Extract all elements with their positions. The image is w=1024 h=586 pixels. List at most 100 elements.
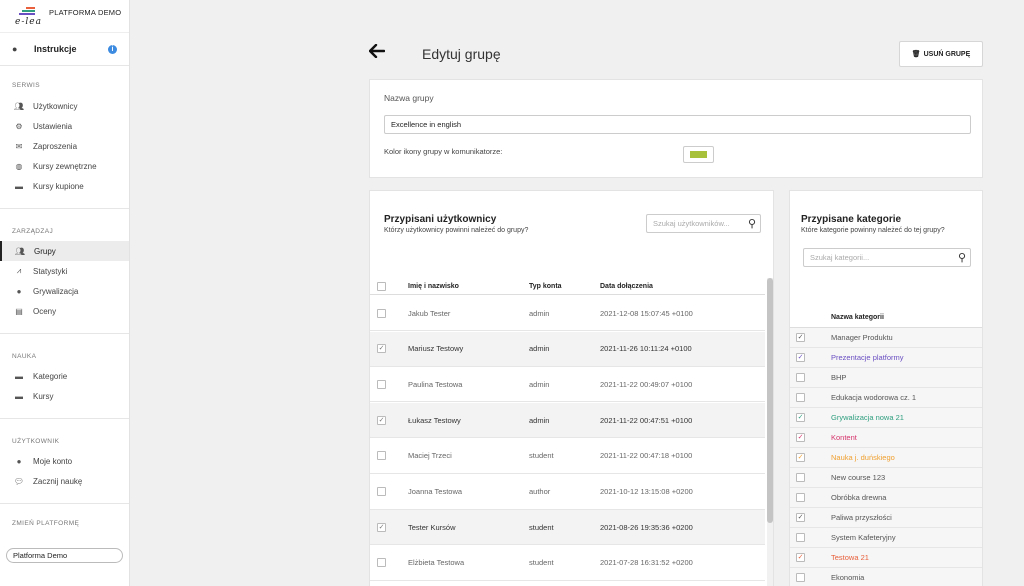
category-checkbox[interactable]: ✓ [796,553,805,562]
category-checkbox[interactable]: ✓ [796,353,805,362]
categories-search-placeholder: Szukaj kategorii... [810,253,870,262]
sidebar-item-label: Instrukcje [34,44,77,54]
row-checkbox[interactable] [377,308,386,318]
list-item[interactable]: System Kafeteryjny [790,528,982,548]
row-checkbox[interactable] [377,558,386,568]
logo-text: e-lea [15,17,42,27]
sidebar-item-ustawienia[interactable]: ⚙︎ Ustawienia [0,116,129,136]
category-checkbox[interactable] [796,533,805,542]
list-item[interactable]: Edukacja wodorowa cz. 1 [790,388,982,408]
group-name-input[interactable]: Excellence in english [384,115,971,134]
logo: e-lea [13,5,43,27]
categories-subtitle: Które kategorie powinny należeć do tej g… [801,227,945,234]
category-checkbox[interactable]: ✓ [796,513,805,522]
sidebar-item-label: Zaproszenia [33,141,78,151]
icon-color-picker[interactable] [683,146,714,163]
platform-select[interactable]: Platforma Demo [6,548,123,563]
delete-group-button[interactable]: 🗑︎ USUŃ GRUPĘ [899,41,983,67]
category-checkbox[interactable] [796,393,805,402]
search-icon[interactable]: ⚲ [748,216,756,233]
category-checkbox[interactable]: ✓ [796,333,805,342]
sidebar-item-zaproszenia[interactable]: ✉︎ Zaproszenia [0,136,129,156]
sidebar-item-zacznij-nauke[interactable]: 💬︎ Zacznij naukę [0,471,129,491]
sidebar-item-grywalizacja[interactable]: ● Grywalizacja [0,281,129,301]
column-header-type[interactable]: Typ konta [529,278,562,294]
list-item[interactable]: ✓ Kontent [790,428,982,448]
chart-icon: ⩘ [16,266,22,275]
sidebar-item-kursy[interactable]: ▬ Kursy [0,386,129,406]
info-circle-icon: ● [12,44,18,54]
row-checkbox[interactable] [377,451,386,461]
list-item[interactable]: Obróbka drewna [790,488,982,508]
row-checkbox[interactable] [377,487,386,496]
list-item[interactable]: ✓ Prezentacje platformy [790,348,982,368]
select-all-checkbox[interactable] [377,281,386,291]
table-row[interactable]: ✓ Tester Kursów student 2021-08-26 19:35:36… [370,510,765,546]
table-row[interactable]: ✓ Mariusz Testowy admin 2021-11-26 10:11:24… [370,331,765,367]
info-badge-icon[interactable]: i [108,44,117,54]
table-row[interactable]: Paulina Testowa admin 2021-11-22 00:49:07 … [370,367,765,403]
sidebar-item-label: Zacznij naukę [33,476,83,486]
table-row[interactable]: Jakub Tester admin 2021-12-08 15:07:45 +01… [370,296,765,331]
brand[interactable]: e-lea PLATFORMA DEMO [0,0,129,32]
sidebar-item-uzytkownicy[interactable]: 👥︎ Użytkownicy [0,96,129,116]
sidebar-item-grupy[interactable]: 👥︎ Grupy [0,241,129,261]
category-checkbox[interactable] [796,373,805,382]
globe-icon: ◍ [15,161,23,171]
category-checkbox[interactable] [796,493,805,502]
category-name: System Kafeteryjny [831,533,896,542]
row-checkbox[interactable]: ✓ [377,344,386,354]
list-item[interactable]: BHP [790,368,982,388]
user-date: 2021-08-26 19:35:36 +0200 [600,522,693,532]
column-header-date[interactable]: Data dołączenia [600,278,653,294]
user-date: 2021-12-08 15:07:45 +0100 [600,308,693,318]
table-row[interactable]: Maciej Trzeci student 2021-11-22 00:47:18 … [370,439,765,474]
back-arrow-icon[interactable] [368,43,386,63]
table-row[interactable]: Joanna Testowa author 2021-10-12 13:15:08 … [370,475,765,510]
sidebar-item-label: Ustawienia [33,121,73,131]
list-item[interactable]: ✓ Paliwa przyszłości [790,508,982,528]
sidebar-item-instrukcje[interactable]: ● Instrukcje i [0,32,129,66]
sidebar-item-kursy-zewnetrzne[interactable]: ◍ Kursy zewnętrzne [0,156,129,176]
category-checkbox[interactable]: ✓ [796,453,805,462]
categories-table-header: Nazwa kategorii [790,308,982,328]
category-name: Nauka j. duńskiego [831,453,895,462]
list-item[interactable]: ✓ Manager Produktu [790,328,982,348]
category-name: Kontent [831,433,857,442]
column-header-name[interactable]: Imię i nazwisko [408,278,459,294]
list-item[interactable]: ✓ Grywalizacja nowa 21 [790,408,982,428]
row-checkbox[interactable]: ✓ [377,415,386,425]
category-checkbox[interactable]: ✓ [796,413,805,422]
scrollbar-thumb[interactable] [767,278,773,523]
list-item[interactable]: Ekonomia [790,568,982,586]
sidebar-item-label: Kursy kupione [33,181,84,191]
sidebar-item-label: Użytkownicy [33,101,78,111]
categories-search-input[interactable]: Szukaj kategorii... ⚲ [803,248,971,267]
assigned-categories-card: Przypisane kategorie Które kategorie pow… [789,190,983,586]
category-checkbox[interactable]: ✓ [796,433,805,442]
category-checkbox[interactable] [796,473,805,482]
sidebar-item-statystyki[interactable]: ⩘ Statystyki [0,261,129,281]
user-name: Jakub Tester [408,308,451,318]
table-row[interactable]: Elżbieta Testowa student 2021-07-28 16:31:… [370,546,765,581]
table-row[interactable]: ✓ Łukasz Testowy admin 2021-11-22 00:47:51 … [370,403,765,439]
list-item[interactable]: ✓ Testowa 21 [790,548,982,568]
sidebar-item-kategorie[interactable]: ▬ Kategorie [0,366,129,386]
list-item[interactable]: New course 123 [790,468,982,488]
search-icon[interactable]: ⚲ [958,250,966,267]
sidebar-item-kursy-kupione[interactable]: ▬ Kursy kupione [0,176,129,196]
column-header-category[interactable]: Nazwa kategorii [831,308,884,327]
users-search-input[interactable]: Szukaj użytkowników... ⚲ [646,214,761,233]
row-checkbox[interactable]: ✓ [377,522,386,532]
assigned-users-card: Przypisani użytkownicy Którzy użytkownic… [369,190,774,586]
page-title: Edytuj grupę [422,46,501,62]
platform-name: PLATFORMA DEMO [49,7,122,17]
category-name: Paliwa przyszłości [831,513,892,522]
list-item[interactable]: ✓ Nauka j. duńskiego [790,448,982,468]
sidebar-item-oceny[interactable]: ▤ Oceny [0,301,129,321]
sidebar-item-moje-konto[interactable]: ● Moje konto [0,451,129,471]
user-name: Tester Kursów [408,522,456,532]
sidebar-item-label: Kategorie [33,371,68,381]
row-checkbox[interactable] [377,379,386,389]
category-checkbox[interactable] [796,573,805,582]
